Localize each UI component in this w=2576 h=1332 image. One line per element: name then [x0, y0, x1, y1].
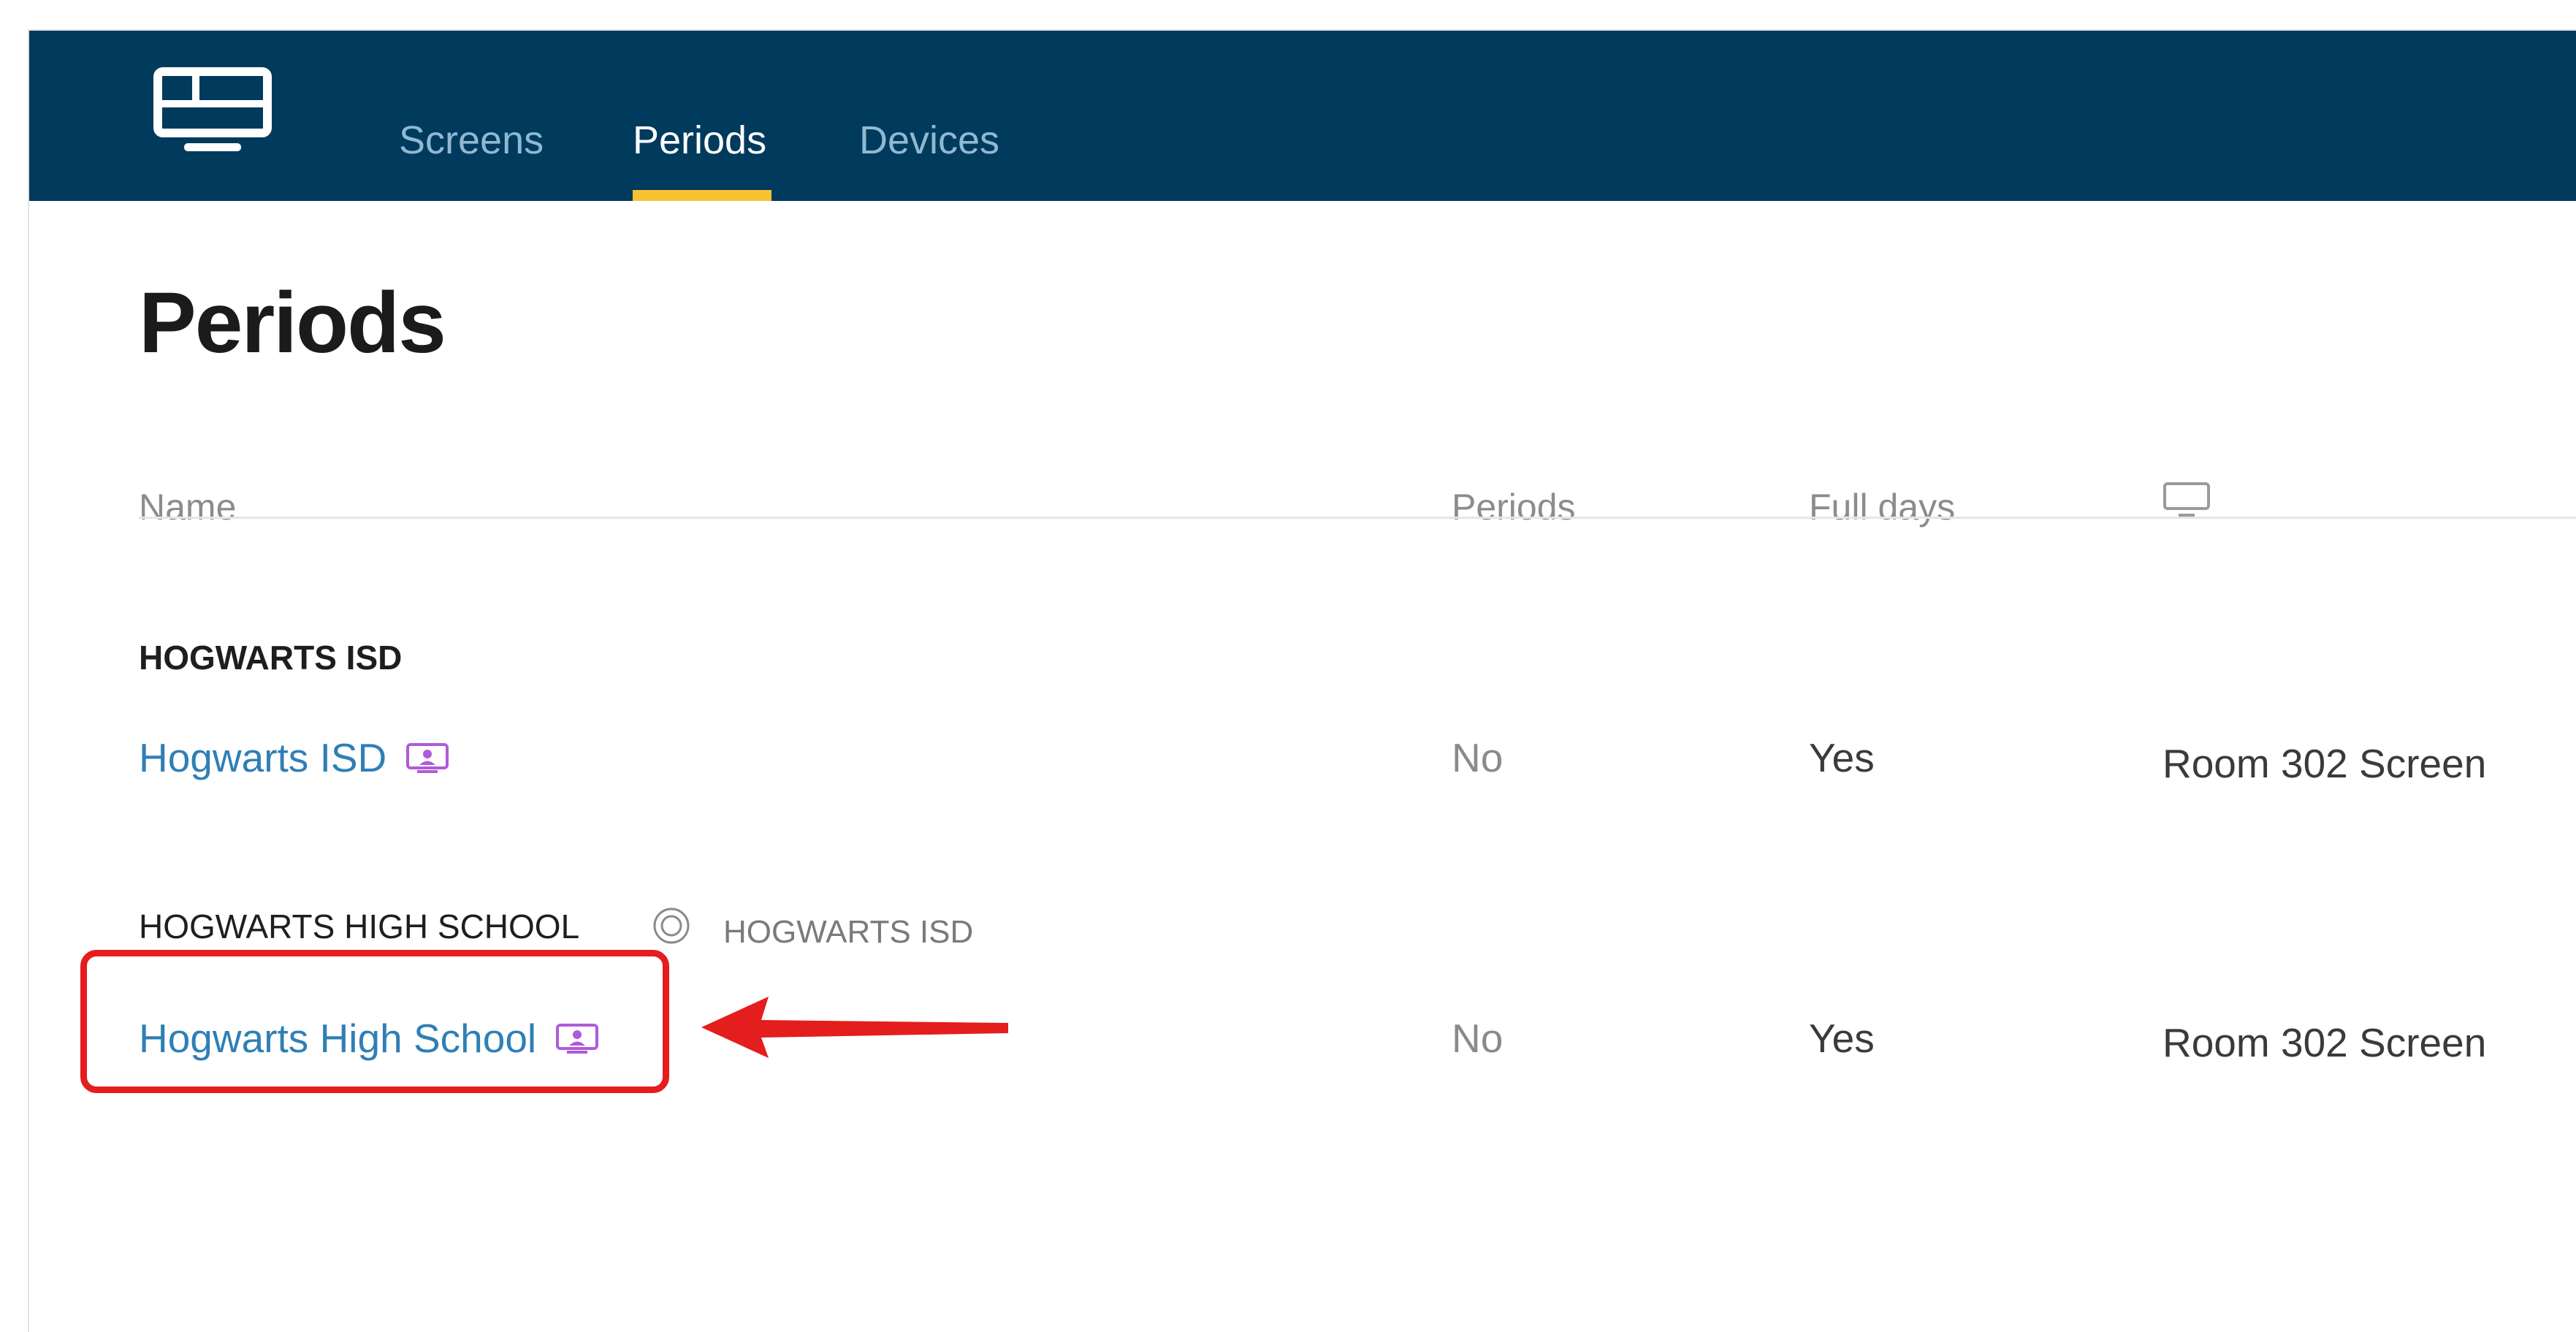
monitor-icon: [2163, 482, 2210, 517]
monitor-logo-icon[interactable]: [152, 67, 273, 162]
column-header-name: Name: [139, 487, 237, 528]
row-full-days-value: Yes: [1809, 1016, 1875, 1061]
parent-group-label[interactable]: HOGWARTS ISD: [723, 912, 973, 953]
row-screen-value: Room 302 Screen: [2162, 741, 2487, 786]
annotation-arrow-icon: [701, 997, 1008, 1058]
active-tab-indicator: [633, 190, 771, 201]
group-title: HOGWARTS HIGH SCHOOL: [139, 907, 580, 945]
annotation-highlight-box: [80, 950, 669, 1093]
tab-screens[interactable]: Screens: [399, 117, 544, 164]
target-circle-icon: [653, 907, 690, 944]
row-name-label: Hogwarts ISD: [139, 735, 387, 780]
row-name-link[interactable]: Hogwarts ISD: [139, 734, 449, 782]
row-periods-value: No: [1452, 1016, 1504, 1061]
column-header-full-days: Full days: [1809, 487, 1956, 528]
page-title: Periods: [139, 275, 446, 371]
header-divider: [139, 517, 2576, 519]
tab-periods[interactable]: Periods: [633, 117, 766, 164]
screen-person-icon: [406, 743, 449, 773]
tab-devices[interactable]: Devices: [859, 117, 999, 164]
row-screen-value: Room 302 Screen: [2162, 1020, 2487, 1065]
column-header-periods: Periods: [1452, 487, 1576, 528]
row-periods-value: No: [1452, 735, 1504, 780]
app-window: Screens Periods Devices Periods Name Per…: [28, 29, 2576, 1332]
row-full-days-value: Yes: [1809, 735, 1875, 780]
group-title: HOGWARTS ISD: [139, 639, 403, 677]
top-navbar: Screens Periods Devices: [29, 31, 2576, 201]
